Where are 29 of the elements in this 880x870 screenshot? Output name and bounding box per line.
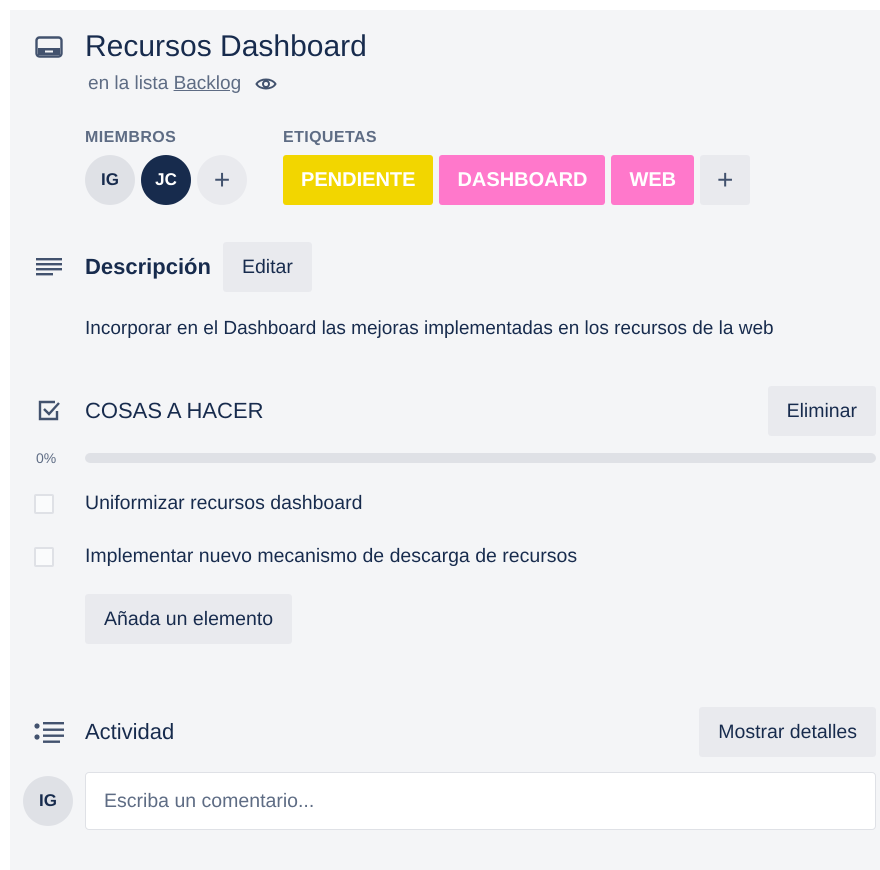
add-label-button[interactable]: + [700, 155, 750, 205]
checklist-item[interactable]: Implementar nuevo mecanismo de descarga de recursos [85, 545, 578, 568]
comment-field[interactable]: Escriba un comentario... [85, 772, 876, 830]
progress-percent: 0% [36, 450, 56, 466]
list-link[interactable]: Backlog [174, 73, 242, 94]
list-info: en la lista Backlog [88, 73, 242, 95]
show-details-button[interactable]: Mostrar detalles [699, 707, 876, 757]
labels-heading: ETIQUETAS [283, 129, 378, 147]
user-avatar: IG [23, 776, 73, 826]
add-item-button[interactable]: Añada un elemento [85, 594, 292, 644]
checklist-heading: COSAS A HACER [85, 398, 264, 424]
member-avatar[interactable]: IG [85, 155, 135, 205]
item-checkbox[interactable] [34, 546, 54, 566]
add-member-button[interactable]: + [197, 155, 247, 205]
checklist-icon [36, 399, 60, 423]
card-title: Recursos Dashboard [85, 29, 368, 65]
activity-icon [34, 721, 64, 743]
description-heading: Descripción [85, 254, 211, 280]
description-text: Incorporar en el Dashboard las mejoras implementadas en los recursos de la web [85, 317, 775, 341]
member-avatar[interactable]: JC [141, 155, 191, 205]
eye-icon[interactable] [255, 76, 278, 92]
activity-heading: Actividad [85, 719, 174, 745]
item-checkbox[interactable] [34, 494, 54, 514]
edit-button[interactable]: Editar [222, 242, 312, 292]
delete-button[interactable]: Eliminar [768, 386, 876, 436]
description-icon [36, 257, 62, 277]
card-icon [34, 36, 62, 58]
members-heading: MIEMBROS [85, 129, 178, 147]
checklist-item[interactable]: Uniformizar recursos dashboard [85, 492, 362, 515]
